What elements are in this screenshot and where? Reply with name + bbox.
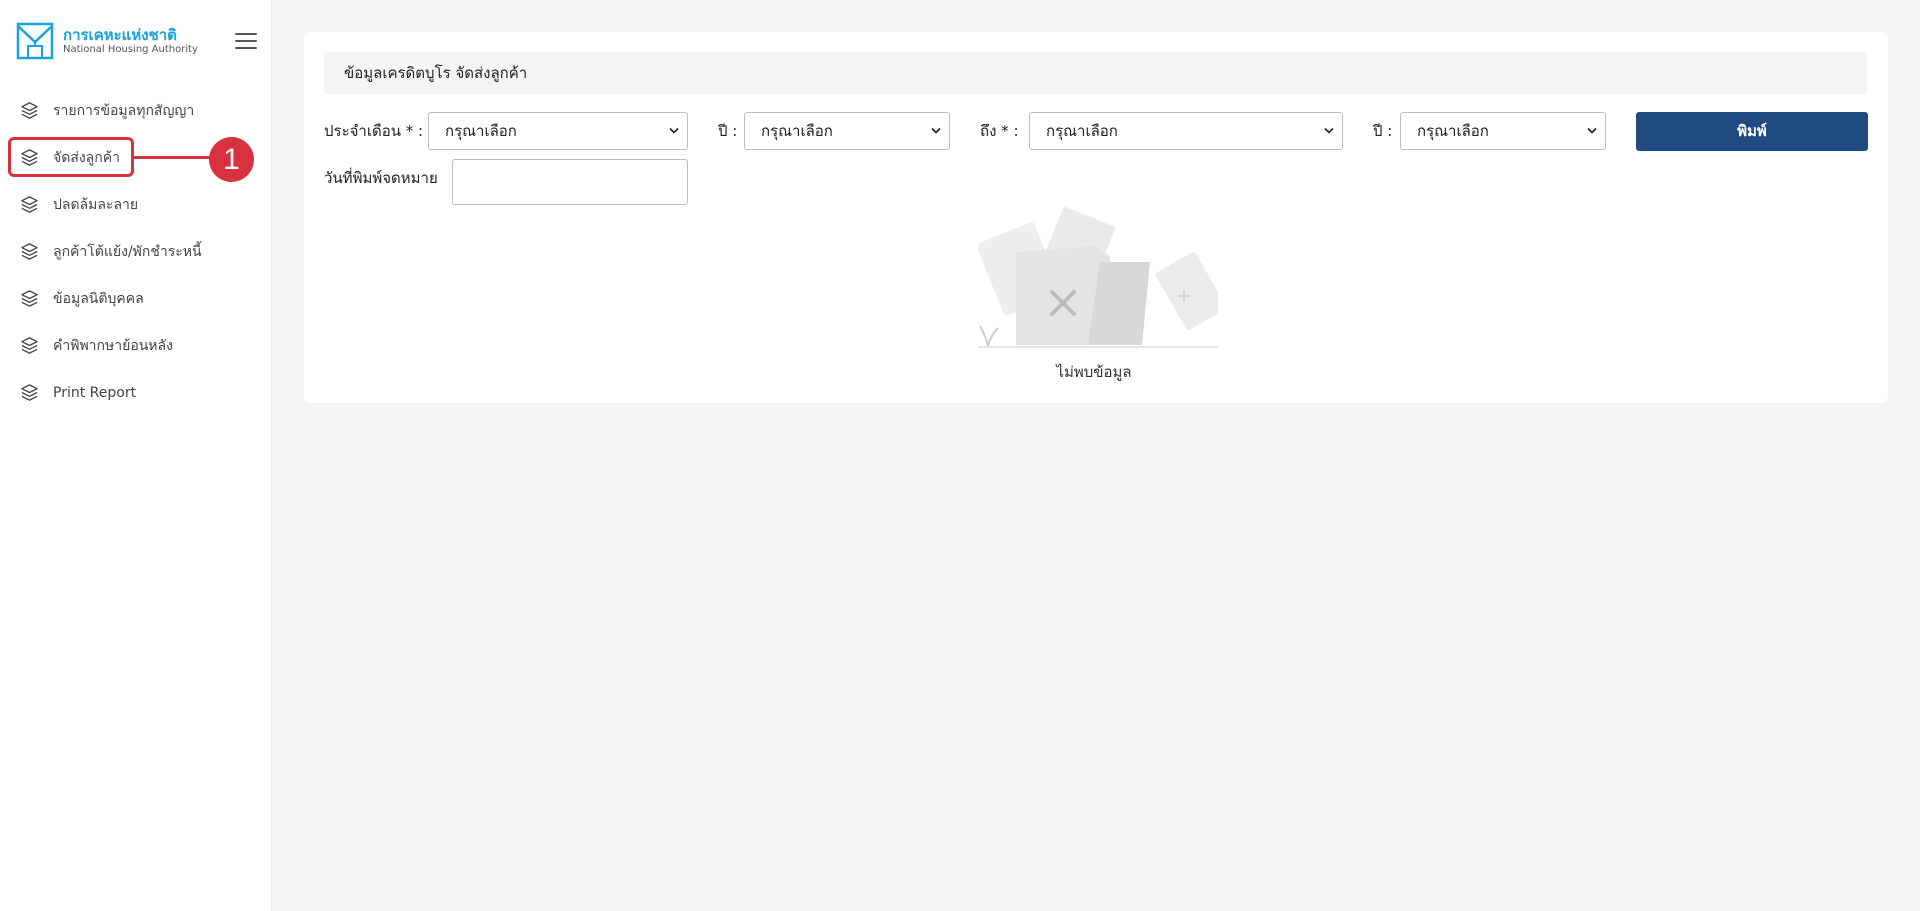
month-to-value: กรุณาเลือก [1046,122,1118,140]
layers-icon [21,102,38,119]
layers-icon [21,290,38,307]
logo-name-th: การเคหะแห่งชาติ [63,25,177,44]
sidebar-item-label: ข้อมูลนิติบุคคล [53,290,144,307]
sidebar-item-past-judgments[interactable]: คำพิพากษาย้อนหลัง [0,322,270,369]
annotation-step-badge: 1 [209,137,254,182]
print-date-input[interactable] [452,159,688,205]
sidebar-item-label: รายการข้อมูลทุกสัญญา [53,102,195,119]
month-to-label: ถึง * : [980,122,1019,140]
hamburger-menu-icon[interactable] [235,33,257,51]
year-to-value: กรุณาเลือก [1417,122,1489,140]
month-from-label: ประจำเดือน * : [324,122,424,140]
month-from-select[interactable]: กรุณาเลือก [428,112,688,150]
nha-logo-icon [16,22,54,60]
page-title: ข้อมูลเครดิตบูโร จัดส่งลูกค้า [324,52,1867,94]
chevron-down-icon [669,127,679,134]
year-from-select[interactable]: กรุณาเลือก [744,112,950,150]
month-to-select[interactable]: กรุณาเลือก [1029,112,1343,150]
empty-state-text: ไม่พบข้อมูล [1056,363,1132,381]
annotation-highlight-box [8,137,134,177]
print-button[interactable]: พิมพ์ [1636,112,1868,151]
year-from-label: ปี : [718,122,738,140]
empty-folder-icon [978,207,1218,348]
chevron-down-icon [1587,127,1597,134]
sidebar-item-bankruptcy-release[interactable]: ปลดล้มละลาย [0,181,270,228]
sidebar-item-label: ลูกค้าโต้แย้ง/พักชำระหนี้ [53,243,202,260]
layers-icon [21,384,38,401]
chevron-down-icon [1324,127,1334,134]
layers-icon [21,243,38,260]
year-to-label: ปี : [1373,122,1393,140]
sidebar-item-print-report[interactable]: Print Report [0,369,270,416]
sidebar-item-label: ปลดล้มละลาย [53,196,139,213]
sidebar-item-label: Print Report [53,384,137,401]
main-card: ข้อมูลเครดิตบูโร จัดส่งลูกค้า ประจำเดือน… [304,32,1888,403]
logo-name-en: National Housing Authority [63,43,198,55]
sidebar-item-customer-dispute[interactable]: ลูกค้าโต้แย้ง/พักชำระหนี้ [0,228,270,275]
sidebar-item-all-contracts[interactable]: รายการข้อมูลทุกสัญญา [0,87,270,134]
annotation-connector-line [134,156,218,159]
year-from-value: กรุณาเลือก [761,122,833,140]
sidebar-item-label: คำพิพากษาย้อนหลัง [53,337,173,354]
month-from-value: กรุณาเลือก [445,122,517,140]
logo[interactable]: การเคหะแห่งชาติ National Housing Authori… [16,22,198,60]
chevron-down-icon [931,127,941,134]
layers-icon [21,196,38,213]
sidebar-item-juristic-person[interactable]: ข้อมูลนิติบุคคล [0,275,270,322]
layers-icon [21,337,38,354]
print-date-label: วันที่พิมพ์จดหมาย [324,169,438,187]
year-to-select[interactable]: กรุณาเลือก [1400,112,1606,150]
